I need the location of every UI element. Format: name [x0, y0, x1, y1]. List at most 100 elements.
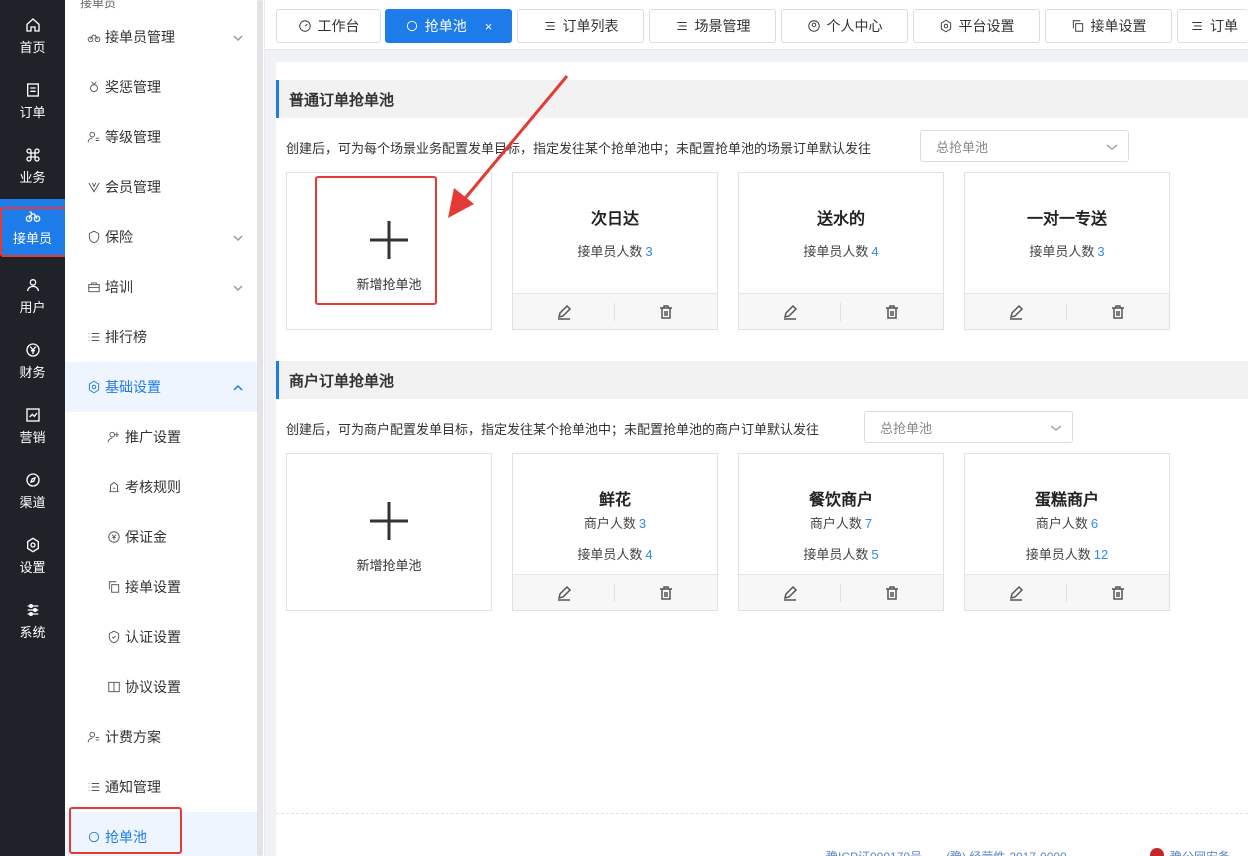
section-desc-merchant: 创建后，可为商户配置发单目标，指定发往某个抢单池中；未配置抢单池的商户订单默认发… [286, 422, 820, 437]
copy-icon [1072, 20, 1083, 32]
rail-item-settings[interactable]: 设置 [0, 528, 65, 584]
pool-card: 次日达 接单员人数 3 [512, 172, 718, 330]
command-icon [25, 147, 40, 162]
tab-dashboard[interactable]: 工作台 [276, 9, 381, 43]
chart-icon [25, 407, 40, 422]
pool-card: 送水的 接单员人数 4 [738, 172, 944, 330]
yen-icon [25, 342, 40, 357]
compass-icon [25, 472, 40, 487]
tab-platform-settings[interactable]: 平台设置 [913, 9, 1040, 43]
submenu-item-insurance[interactable]: 保险 [65, 212, 257, 262]
list-icon [1192, 22, 1202, 30]
chevron-down-icon [1050, 425, 1062, 431]
edit-button[interactable] [1008, 304, 1024, 320]
user-circle-icon [807, 20, 820, 32]
footer-copyright: (豫) 经营性-2017-0000 [946, 848, 1067, 856]
order-icon [26, 82, 39, 97]
promo-icon [107, 431, 119, 443]
tab-grab-pool[interactable]: 抢单池 × [385, 9, 512, 43]
tab-order-settings[interactable]: 接单设置 [1045, 9, 1172, 43]
tab-personal-center[interactable]: 个人中心 [781, 9, 908, 43]
submenu-item-courier-manage[interactable]: 接单员管理 [65, 12, 257, 62]
exam-icon [109, 481, 119, 493]
submenu-item-reward[interactable]: 奖惩管理 [65, 62, 257, 112]
delete-button[interactable] [884, 585, 900, 601]
edit-icon [783, 304, 798, 320]
delete-button[interactable] [658, 585, 674, 601]
edit-icon [1009, 585, 1024, 601]
rail-item-system[interactable]: 系统 [0, 593, 65, 649]
submenu-item-billing[interactable]: 计费方案 [65, 712, 257, 762]
pool-card: 蛋糕商户 商户人数 6 接单员人数 12 [964, 453, 1170, 611]
highlight-add-pool [315, 176, 437, 305]
trash-icon [886, 305, 898, 319]
submenu-item-agreement[interactable]: 协议设置 [65, 662, 257, 712]
hexagon-icon [26, 537, 39, 552]
submenu-item-member[interactable]: 会员管理 [65, 162, 257, 212]
chevron-down-icon [233, 285, 243, 292]
submenu-item-deposit[interactable]: 保证金 [65, 512, 257, 562]
add-pool-card-merchant[interactable]: 新增抢单池 [286, 453, 492, 611]
delete-button[interactable] [1110, 304, 1126, 320]
submenu-item-assessment[interactable]: 考核规则 [65, 462, 257, 512]
dashboard-icon [298, 20, 311, 32]
submenu-item-ranking[interactable]: 排行榜 [65, 312, 257, 362]
tab-close-icon[interactable]: × [485, 19, 493, 34]
tab-order-truncated[interactable]: 订单 [1177, 9, 1248, 43]
book-icon [108, 681, 120, 693]
footer-divider [276, 813, 1248, 814]
trash-icon [886, 586, 898, 600]
submenu-item-notification[interactable]: 通知管理 [65, 762, 257, 812]
submenu-item-basic-settings[interactable]: 基础设置 [65, 362, 257, 412]
footer-icp-link[interactable]: 豫ICP证000170号 [826, 848, 922, 856]
edit-button[interactable] [1008, 585, 1024, 601]
plus-icon [370, 502, 408, 540]
submenu-header: 接单员 [80, 0, 117, 10]
submenu-item-level[interactable]: 等级管理 [65, 112, 257, 162]
training-icon [88, 282, 100, 293]
user-icon [26, 278, 39, 291]
edit-icon [557, 585, 572, 601]
rail-item-business[interactable]: 业务 [0, 138, 65, 194]
list-icon [676, 22, 687, 30]
submenu-item-training[interactable]: 培训 [65, 262, 257, 312]
pool-card: 一对一专送 接单员人数 3 [964, 172, 1170, 330]
icon-rail: 首页 订单 业务 接单员 用户 财务 营销 渠道 设置 系统 [0, 0, 65, 856]
rail-item-orders[interactable]: 订单 [0, 73, 65, 129]
home-icon [25, 17, 40, 32]
list-icon [88, 333, 100, 341]
copy-icon [108, 581, 120, 593]
chevron-down-icon [233, 35, 243, 42]
footer-police-link[interactable]: 豫公网安备 [1170, 848, 1230, 856]
pool-card: 餐饮商户 商户人数 7 接单员人数 5 [738, 453, 944, 611]
tab-order-list[interactable]: 订单列表 [517, 9, 644, 43]
edit-icon [783, 585, 798, 601]
submenu-scrollbar[interactable] [257, 0, 263, 856]
list-icon [544, 22, 555, 30]
submenu-item-order-settings[interactable]: 接单设置 [65, 562, 257, 612]
rail-item-channel[interactable]: 渠道 [0, 463, 65, 519]
trash-icon [1112, 305, 1124, 319]
rail-item-marketing[interactable]: 营销 [0, 398, 65, 454]
delete-button[interactable] [1110, 585, 1126, 601]
user-level-icon [87, 131, 100, 143]
rail-item-user[interactable]: 用户 [0, 268, 65, 324]
edit-button[interactable] [556, 304, 572, 320]
user-fee-icon [87, 731, 100, 743]
rail-item-finance[interactable]: 财务 [0, 333, 65, 389]
circle-icon [406, 20, 417, 32]
rail-item-home[interactable]: 首页 [0, 8, 65, 64]
default-pool-select-merchant[interactable]: 总抢单池 [864, 411, 1073, 443]
edit-button[interactable] [556, 585, 572, 601]
tab-scene-manage[interactable]: 场景管理 [649, 9, 776, 43]
submenu-item-promotion[interactable]: 推广设置 [65, 412, 257, 462]
submenu-item-verification[interactable]: 认证设置 [65, 612, 257, 662]
delete-button[interactable] [884, 304, 900, 320]
edit-button[interactable] [782, 585, 798, 601]
shield-check-icon [108, 630, 120, 644]
delete-button[interactable] [658, 304, 674, 320]
hexagon-icon [88, 380, 100, 394]
edit-button[interactable] [782, 304, 798, 320]
section-title-merchant: 商户订单抢单池 [276, 361, 1248, 399]
default-pool-select-normal[interactable]: 总抢单池 [920, 130, 1129, 162]
